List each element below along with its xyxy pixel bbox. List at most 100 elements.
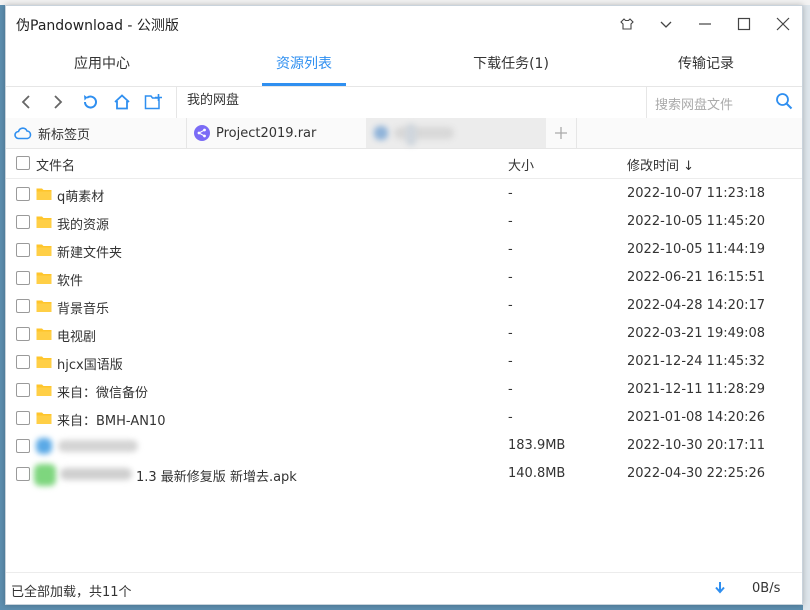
file-modified-time: 2022-03-21 19:49:08 <box>627 326 766 341</box>
blurred-file-name <box>60 468 132 480</box>
minimize-icon[interactable] <box>690 10 720 38</box>
row-checkbox[interactable] <box>16 439 30 453</box>
row-checkbox[interactable] <box>16 383 30 397</box>
file-modified-time: 2022-10-05 11:45:20 <box>627 214 766 229</box>
row-checkbox[interactable] <box>16 467 30 481</box>
file-size: 183.9MB <box>508 438 566 453</box>
column-header-name[interactable]: 文件名 <box>36 155 75 174</box>
tab-label: 应用中心 <box>74 56 130 72</box>
search-icon[interactable] <box>775 92 793 114</box>
file-size: - <box>508 298 513 313</box>
blurred-tab-icon <box>374 126 388 140</box>
status-bar: 已全部加载，共11个 0B/s <box>6 572 802 604</box>
row-checkbox[interactable] <box>16 187 30 201</box>
file-modified-time: 2022-10-07 11:23:18 <box>627 186 766 201</box>
current-path[interactable]: 我的网盘 <box>176 86 647 118</box>
folder-icon <box>36 215 52 233</box>
new-folder-icon[interactable] <box>142 90 166 114</box>
file-row[interactable]: 来自：BMH-AN10 - 2021-01-08 14:20:26 <box>6 404 802 432</box>
file-row[interactable]: 1.3 最新修复版 新增去.apk 140.8MB 2022-04-30 22:25… <box>6 460 802 488</box>
file-name: 电视剧 <box>57 330 97 345</box>
row-checkbox[interactable] <box>16 215 30 229</box>
title-bar: 伪Pandownload - 公测版 <box>6 6 802 42</box>
path-label: 我的网盘 <box>187 93 240 108</box>
file-row[interactable]: hjcx国语版 - 2021-12-24 11:45:32 <box>6 348 802 376</box>
forward-icon[interactable] <box>46 90 70 114</box>
maximize-icon[interactable] <box>729 10 759 38</box>
file-row[interactable]: 背景音乐 - 2022-04-28 14:20:17 <box>6 292 802 320</box>
file-tab-label: Project2019.rar <box>216 125 317 141</box>
search-input[interactable]: 搜索网盘文件 <box>655 94 733 113</box>
chevron-down-icon[interactable] <box>651 10 681 38</box>
file-name: 新建文件夹 <box>57 246 123 261</box>
window-title: 伪Pandownload - 公测版 <box>16 18 179 34</box>
download-speed: 0B/s <box>752 581 781 596</box>
close-icon[interactable] <box>768 10 798 38</box>
row-checkbox[interactable] <box>16 299 30 313</box>
file-modified-time: 2022-04-30 22:25:26 <box>627 466 766 481</box>
file-row[interactable]: q萌素材 - 2022-10-07 11:23:18 <box>6 180 802 208</box>
file-modified-time: 2022-10-05 11:44:19 <box>627 242 766 257</box>
file-size: - <box>508 326 513 341</box>
blurred-tab-label <box>406 124 416 146</box>
file-size: - <box>508 270 513 285</box>
file-tab-label: 新标签页 <box>38 127 91 143</box>
row-checkbox[interactable] <box>16 411 30 425</box>
add-tab-button[interactable] <box>546 118 577 148</box>
skin-icon[interactable] <box>612 10 642 38</box>
file-name: q萌素材 <box>57 190 105 205</box>
select-all-checkbox[interactable] <box>16 156 30 170</box>
file-tabs: 新标签页 Project2019.rar <box>6 118 802 149</box>
file-tab-blurred[interactable] <box>366 118 546 148</box>
row-checkbox[interactable] <box>16 327 30 341</box>
file-row[interactable]: 新建文件夹 - 2022-10-05 11:44:19 <box>6 236 802 264</box>
tab-resource-list[interactable]: 资源列表 <box>262 50 346 86</box>
file-modified-time: 2022-06-21 16:15:51 <box>627 270 766 285</box>
desktop-background <box>803 5 810 610</box>
file-row[interactable]: 软件 - 2022-06-21 16:15:51 <box>6 264 802 292</box>
file-row[interactable]: 来自：微信备份 - 2021-12-11 11:28:29 <box>6 376 802 404</box>
file-size: - <box>508 354 513 369</box>
toolbar: 我的网盘 搜索网盘文件 <box>6 86 802 119</box>
column-header-size[interactable]: 大小 <box>508 155 534 174</box>
home-icon[interactable] <box>110 90 134 114</box>
folder-icon <box>36 271 52 289</box>
file-modified-time: 2022-04-28 14:20:17 <box>627 298 766 313</box>
back-icon[interactable] <box>14 90 38 114</box>
file-modified-time: 2021-01-08 14:20:26 <box>627 410 766 425</box>
file-modified-time: 2021-12-11 11:28:29 <box>627 382 766 397</box>
plus-icon <box>555 127 567 139</box>
file-tab-project[interactable]: Project2019.rar <box>186 118 367 148</box>
blurred-file-name <box>58 440 138 452</box>
file-name: 来自：微信备份 <box>57 386 149 401</box>
cloud-icon <box>14 126 32 140</box>
row-checkbox[interactable] <box>16 355 30 369</box>
column-header-modified[interactable]: 修改时间 ↓ <box>627 155 694 174</box>
tab-app-center[interactable]: 应用中心 <box>54 50 150 86</box>
file-name: 1.3 最新修复版 新增去.apk <box>136 470 297 485</box>
tab-download-tasks[interactable]: 下载任务(1) <box>456 50 566 86</box>
main-tabs: 应用中心 资源列表 下载任务(1) 传输记录 <box>6 50 802 87</box>
file-row[interactable]: 电视剧 - 2022-03-21 19:49:08 <box>6 320 802 348</box>
blurred-file-icon <box>36 438 52 454</box>
file-row[interactable]: 我的资源 - 2022-10-05 11:45:20 <box>6 208 802 236</box>
tab-label: 资源列表 <box>276 56 332 72</box>
file-size: - <box>508 214 513 229</box>
search-box[interactable]: 搜索网盘文件 <box>646 86 802 118</box>
file-size: - <box>508 382 513 397</box>
file-tab-new[interactable]: 新标签页 <box>6 118 187 148</box>
refresh-icon[interactable] <box>78 90 102 114</box>
download-arrow-icon <box>714 581 726 599</box>
file-size: - <box>508 186 513 201</box>
row-checkbox[interactable] <box>16 271 30 285</box>
tab-transfer-records[interactable]: 传输记录 <box>658 50 754 86</box>
blurred-tab-label <box>394 127 454 139</box>
file-row[interactable]: 183.9MB 2022-10-30 20:17:11 <box>6 432 802 460</box>
tab-label: 下载任务(1) <box>473 56 549 72</box>
file-size: - <box>508 242 513 257</box>
status-text: 已全部加载，共11个 <box>11 585 132 600</box>
file-name: 背景音乐 <box>57 302 110 317</box>
row-checkbox[interactable] <box>16 243 30 257</box>
file-name: hjcx国语版 <box>57 358 123 373</box>
file-name: 来自：BMH-AN10 <box>57 414 166 429</box>
